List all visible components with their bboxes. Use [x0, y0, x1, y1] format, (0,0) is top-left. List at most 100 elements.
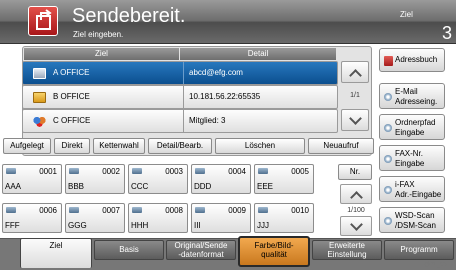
one-touch-key[interactable]: 0006 FFF	[2, 203, 62, 233]
key-icon	[195, 207, 205, 213]
tab-original-format[interactable]: Original/Sende -datenformat	[166, 240, 236, 260]
page-title: Sendebereit.	[72, 5, 186, 27]
destination-name: A OFFICE	[53, 68, 90, 77]
folder-path-entry-button[interactable]: Ordnerpfad Eingabe	[379, 114, 445, 140]
delete-button[interactable]: Löschen	[215, 138, 305, 154]
address-book-label: Adressbuch	[395, 55, 438, 64]
send-icon	[28, 6, 58, 36]
one-touch-name: FFF	[5, 221, 20, 230]
one-touch-number: 0007	[102, 206, 120, 215]
wsd-dsm-scan-label: WSD-Scan /DSM-Scan	[395, 211, 436, 230]
one-touch-name: BBB	[68, 182, 85, 191]
column-divider	[183, 110, 184, 132]
one-touch-key[interactable]: 0010 JJJ	[254, 203, 314, 233]
key-icon	[132, 168, 142, 174]
key-icon	[195, 168, 205, 174]
chevron-up-icon	[350, 191, 363, 204]
ifax-address-entry-label: i-FAX Adr.-Eingabe	[395, 180, 442, 199]
one-touch-name: III	[194, 221, 201, 230]
fax-number-entry-button[interactable]: FAX-Nr. Eingabe	[379, 145, 445, 171]
folder-icon	[384, 124, 392, 132]
one-touch-number: 0003	[165, 167, 183, 176]
list-scroll-up-button[interactable]	[341, 61, 369, 83]
tab-color-image-quality[interactable]: Farbe/Bild- qualität	[238, 236, 310, 267]
one-touch-key[interactable]: 0003 CCC	[128, 164, 188, 194]
tab-basic[interactable]: Basis	[94, 240, 164, 260]
chevron-down-icon	[349, 112, 362, 125]
key-icon	[69, 207, 79, 213]
ifax-icon	[384, 186, 392, 194]
destination-row[interactable]: C OFFICE Mitglied: 3	[22, 109, 338, 133]
one-touch-name: CCC	[131, 182, 149, 191]
one-touch-key[interactable]: 0002 BBB	[65, 164, 125, 194]
address-book-button[interactable]: Adressbuch	[379, 48, 445, 72]
column-divider	[183, 62, 184, 84]
one-touch-name: DDD	[194, 182, 212, 191]
tab-destination[interactable]: Ziel	[20, 238, 92, 268]
email-address-entry-button[interactable]: E-Mail Adresseing.	[379, 83, 445, 109]
one-touch-scroll-down-button[interactable]	[340, 216, 372, 236]
destination-count: 3	[442, 23, 453, 43]
book-icon	[384, 56, 393, 66]
one-touch-number: 0008	[165, 206, 183, 215]
destination-name: B OFFICE	[53, 92, 90, 101]
one-touch-key[interactable]: 0001 AAA	[2, 164, 62, 194]
detail-edit-button[interactable]: Detail/Bearb.	[148, 138, 212, 154]
destination-detail: 10.181.56.22:65535	[189, 92, 261, 101]
folder-path-entry-label: Ordnerpfad Eingabe	[395, 118, 436, 137]
key-icon	[258, 207, 268, 213]
one-touch-number: 0010	[291, 206, 309, 215]
chevron-down-icon	[350, 218, 363, 231]
key-icon	[132, 207, 142, 213]
recall-button[interactable]: Neuaufruf	[308, 138, 374, 154]
tab-program[interactable]: Programm	[384, 240, 454, 260]
one-touch-name: GGG	[68, 221, 87, 230]
destination-label: Ziel	[400, 10, 413, 19]
key-icon	[69, 168, 79, 174]
one-touch-number: 0004	[228, 167, 246, 176]
one-touch-name: HHH	[131, 221, 149, 230]
key-icon	[6, 168, 16, 174]
one-touch-number: 0005	[291, 167, 309, 176]
image-reference-note: @#1_05	[424, 262, 447, 268]
email-icon	[33, 68, 46, 79]
one-touch-scroll-up-button[interactable]	[340, 184, 372, 204]
email-address-entry-label: E-Mail Adresseing.	[395, 87, 438, 106]
group-icon	[33, 116, 46, 127]
chain-dial-button[interactable]: Kettenwahl	[93, 138, 145, 154]
destination-row[interactable]: B OFFICE 10.181.56.22:65535	[22, 85, 338, 109]
one-touch-page-indicator: 1/100	[347, 207, 365, 214]
page-subtitle: Ziel eingeben.	[73, 30, 124, 39]
wsd-dsm-scan-button[interactable]: WSD-Scan /DSM-Scan	[379, 207, 445, 233]
one-touch-key[interactable]: 0009 III	[191, 203, 251, 233]
one-touch-number: 0009	[228, 206, 246, 215]
column-header-destination: Ziel	[24, 48, 179, 60]
chevron-up-icon	[349, 69, 362, 82]
ifax-address-entry-button[interactable]: i-FAX Adr.-Eingabe	[379, 176, 445, 202]
destination-name: C OFFICE	[53, 116, 91, 125]
destination-detail: Mitglied: 3	[189, 116, 226, 125]
one-touch-name: EEE	[257, 182, 274, 191]
one-touch-key[interactable]: 0007 GGG	[65, 203, 125, 233]
one-touch-key[interactable]: 0005 EEE	[254, 164, 314, 194]
one-touch-number: 0006	[39, 206, 57, 215]
one-touch-number: 0002	[102, 167, 120, 176]
folder-icon	[33, 92, 46, 103]
number-search-button[interactable]: Nr.	[338, 164, 372, 180]
fax-icon	[384, 155, 392, 163]
one-touch-name: AAA	[5, 182, 22, 191]
list-scroll-down-button[interactable]	[341, 109, 369, 131]
column-header-detail: Detail	[180, 48, 336, 60]
tab-advanced-setup[interactable]: Erweiterte Einstellung	[312, 240, 382, 260]
email-icon	[384, 93, 392, 101]
one-touch-key[interactable]: 0004 DDD	[191, 164, 251, 194]
one-touch-name: JJJ	[257, 221, 269, 230]
list-page-indicator: 1/1	[350, 92, 360, 99]
one-touch-key[interactable]: 0008 HHH	[128, 203, 188, 233]
destination-detail: abcd@efg.com	[189, 68, 243, 77]
direct-button[interactable]: Direkt	[54, 138, 90, 154]
key-icon	[6, 207, 16, 213]
on-hook-button[interactable]: Aufgelegt	[3, 138, 51, 154]
destination-row[interactable]: A OFFICE abcd@efg.com	[22, 61, 338, 85]
key-icon	[258, 168, 268, 174]
